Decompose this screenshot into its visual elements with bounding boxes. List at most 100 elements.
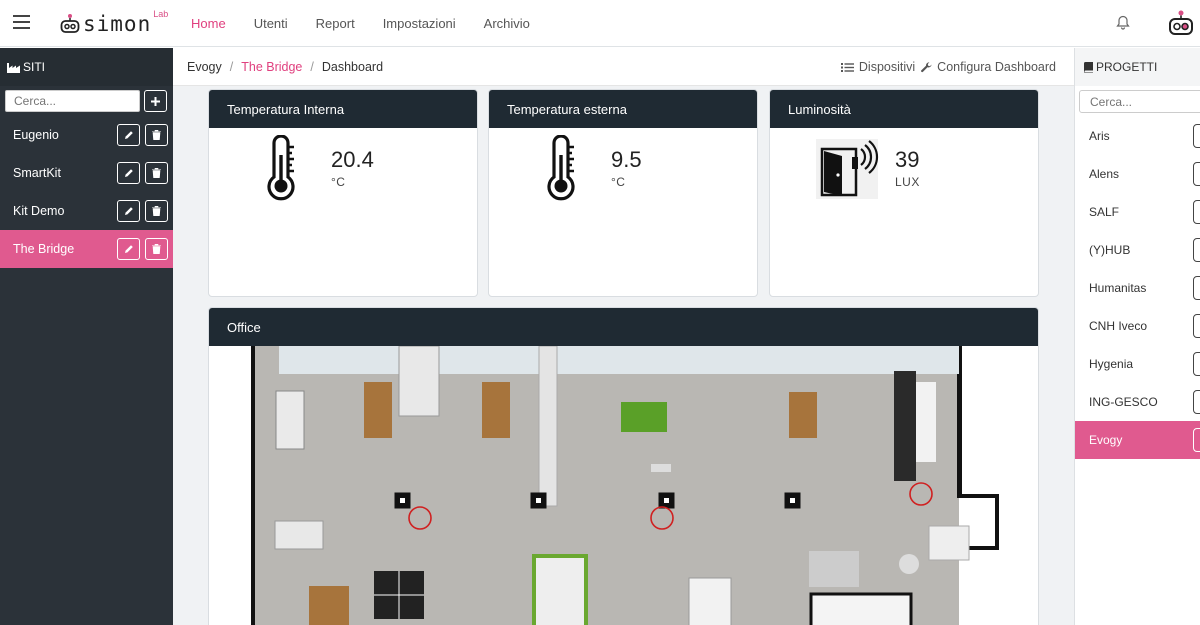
edit-site-button[interactable] [117, 162, 140, 184]
devices-link[interactable]: Dispositivi [840, 60, 916, 74]
card-office-floorplan: Office [208, 307, 1039, 625]
metric-value: 39 [895, 147, 920, 172]
simon-lab-logo[interactable]: simon Lab [60, 9, 168, 39]
project-label: Alens [1089, 167, 1120, 181]
project-label: Hygenia [1089, 357, 1134, 371]
breadcrumb-item-dashboard: Dashboard [321, 59, 384, 74]
project-label: Evogy [1089, 433, 1123, 447]
metric-unit: LUX [895, 175, 920, 189]
configure-dashboard-link[interactable]: Configura Dashboard [921, 60, 1056, 74]
breadcrumb-separator: / [229, 59, 234, 74]
pencil-icon [124, 207, 133, 215]
project-label: Humanitas [1089, 281, 1147, 295]
delete-site-button[interactable] [145, 200, 168, 222]
pencil-icon [124, 245, 133, 253]
site-item-smartkit[interactable]: SmartKit [0, 154, 173, 192]
nav-home[interactable]: Home [191, 16, 226, 31]
projects-search-row [1075, 86, 1200, 117]
robot-logo-icon [60, 14, 80, 33]
project-item-humanitas[interactable]: Humanitas [1075, 269, 1200, 307]
nav-utenti[interactable]: Utenti [254, 16, 288, 31]
hamburger-menu-icon[interactable] [13, 15, 30, 29]
trash-icon [152, 244, 161, 254]
nav-report[interactable]: Report [316, 16, 355, 31]
wrench-icon [921, 61, 932, 72]
project-item-evogy[interactable]: Evogy [1075, 421, 1200, 459]
sites-header: SITI [0, 48, 173, 86]
trash-icon [152, 130, 161, 140]
project-label: (Y)HUB [1089, 243, 1131, 257]
card-external-temperature: Temperatura esterna 9.5 °C [488, 89, 758, 297]
top-navbar: simon Lab Home Utenti Report Impostazion… [0, 0, 1200, 47]
plus-icon [151, 96, 160, 106]
project-action-button[interactable] [1193, 162, 1200, 186]
user-avatar-icon[interactable] [1168, 10, 1194, 38]
site-item-eugenio[interactable]: Eugenio [0, 116, 173, 154]
projects-title: PROGETTI [1096, 60, 1158, 74]
project-item-ing-gesco[interactable]: ING-GESCO [1075, 383, 1200, 421]
pencil-icon [124, 131, 133, 139]
delete-site-button[interactable] [145, 238, 168, 260]
projects-search-input[interactable] [1079, 90, 1200, 113]
devices-label: Dispositivi [858, 60, 916, 74]
card-title: Temperatura Interna [209, 90, 477, 128]
card-title: Temperatura esterna [489, 90, 757, 128]
dashboard-main: Temperatura Interna 20.4 °C Temperatura … [173, 86, 1074, 625]
pencil-icon [124, 169, 133, 177]
sites-title: SITI [23, 60, 46, 74]
project-item-hygenia[interactable]: Hygenia [1075, 345, 1200, 383]
breadcrumb-item-evogy[interactable]: Evogy [187, 60, 222, 74]
main-nav: Home Utenti Report Impostazioni Archivio [191, 0, 558, 47]
sites-search-input[interactable] [5, 90, 140, 112]
door-sensor-icon [816, 139, 879, 199]
project-item-yhub[interactable]: (Y)HUB [1075, 231, 1200, 269]
thermometer-icon [547, 135, 575, 201]
breadcrumb: Evogy / The Bridge / Dashboard Dispositi… [173, 48, 1074, 86]
project-item-cnh-iveco[interactable]: CNH Iveco [1075, 307, 1200, 345]
site-label: The Bridge [13, 242, 75, 256]
add-site-button[interactable] [144, 90, 167, 112]
nav-impostazioni[interactable]: Impostazioni [383, 16, 456, 31]
delete-site-button[interactable] [145, 124, 168, 146]
nav-archivio[interactable]: Archivio [484, 16, 530, 31]
configure-dashboard-label: Configura Dashboard [937, 60, 1056, 74]
project-action-button[interactable] [1193, 390, 1200, 414]
card-title: Luminosità [770, 90, 1038, 128]
breadcrumb-item-the-bridge[interactable]: The Bridge [241, 60, 302, 74]
project-action-button[interactable] [1193, 352, 1200, 376]
project-action-button[interactable] [1193, 124, 1200, 148]
site-label: Kit Demo [13, 204, 65, 218]
project-label: ING-GESCO [1089, 395, 1158, 409]
project-label: Aris [1089, 129, 1110, 143]
project-action-button[interactable] [1193, 238, 1200, 262]
card-luminosity: Luminosità 39 LUX [769, 89, 1039, 297]
project-label: CNH Iveco [1089, 319, 1148, 333]
site-label: SmartKit [13, 166, 61, 180]
edit-site-button[interactable] [117, 238, 140, 260]
bell-icon[interactable] [1116, 15, 1130, 30]
metric-value: 20.4 [331, 147, 374, 172]
card-title: Office [209, 308, 1038, 346]
logo-superscript: Lab [153, 9, 169, 19]
project-label: SALF [1089, 205, 1120, 219]
logo-text: simon [83, 12, 152, 36]
project-action-button[interactable] [1193, 428, 1200, 452]
thermometer-icon [267, 135, 295, 201]
project-action-button[interactable] [1193, 276, 1200, 300]
trash-icon [152, 206, 161, 216]
project-action-button[interactable] [1193, 314, 1200, 338]
site-item-kit-demo[interactable]: Kit Demo [0, 192, 173, 230]
project-item-salf[interactable]: SALF [1075, 193, 1200, 231]
office-floorplan-image[interactable] [209, 346, 1039, 625]
project-item-aris[interactable]: Aris [1075, 117, 1200, 155]
site-item-the-bridge[interactable]: The Bridge [0, 230, 173, 268]
delete-site-button[interactable] [145, 162, 168, 184]
project-action-button[interactable] [1193, 200, 1200, 224]
projects-panel: PROGETTI Aris Alens SALF (Y)HUB Humanita… [1074, 48, 1200, 625]
edit-site-button[interactable] [117, 124, 140, 146]
metric-value: 9.5 [611, 147, 642, 172]
edit-site-button[interactable] [117, 200, 140, 222]
sites-search-row [0, 86, 173, 116]
metric-unit: °C [331, 175, 346, 189]
project-item-alens[interactable]: Alens [1075, 155, 1200, 193]
